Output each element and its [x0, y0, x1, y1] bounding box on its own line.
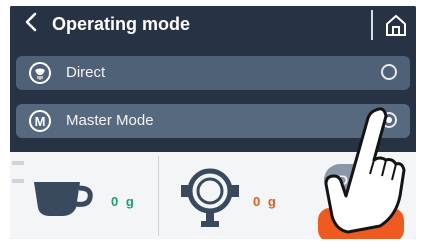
- header-bar: Operating mode: [10, 6, 416, 44]
- cup-icon[interactable]: [32, 178, 98, 218]
- svg-text:M: M: [35, 114, 46, 129]
- cup-weight: 0 g: [111, 194, 136, 209]
- portafilter-icon[interactable]: [180, 167, 240, 233]
- header-divider: [371, 10, 373, 40]
- mode-label-master: Master Mode: [66, 112, 154, 129]
- radio-direct[interactable]: [381, 64, 397, 80]
- home-icon: [386, 14, 406, 36]
- panel-divider: [158, 156, 159, 236]
- filter-weight: 0 g: [253, 194, 278, 209]
- back-button[interactable]: [24, 11, 38, 39]
- master-m-icon: M: [28, 109, 52, 133]
- mode-label-direct: Direct: [66, 64, 106, 81]
- chevron-left-icon: [25, 12, 37, 32]
- home-button[interactable]: [382, 11, 410, 39]
- page-title: Operating mode: [52, 14, 191, 34]
- direct-brew-icon: [28, 61, 52, 85]
- pointing-hand-icon: [318, 104, 410, 238]
- mode-option-direct[interactable]: Direct: [16, 56, 410, 90]
- panel-tab-indicator: [12, 152, 40, 183]
